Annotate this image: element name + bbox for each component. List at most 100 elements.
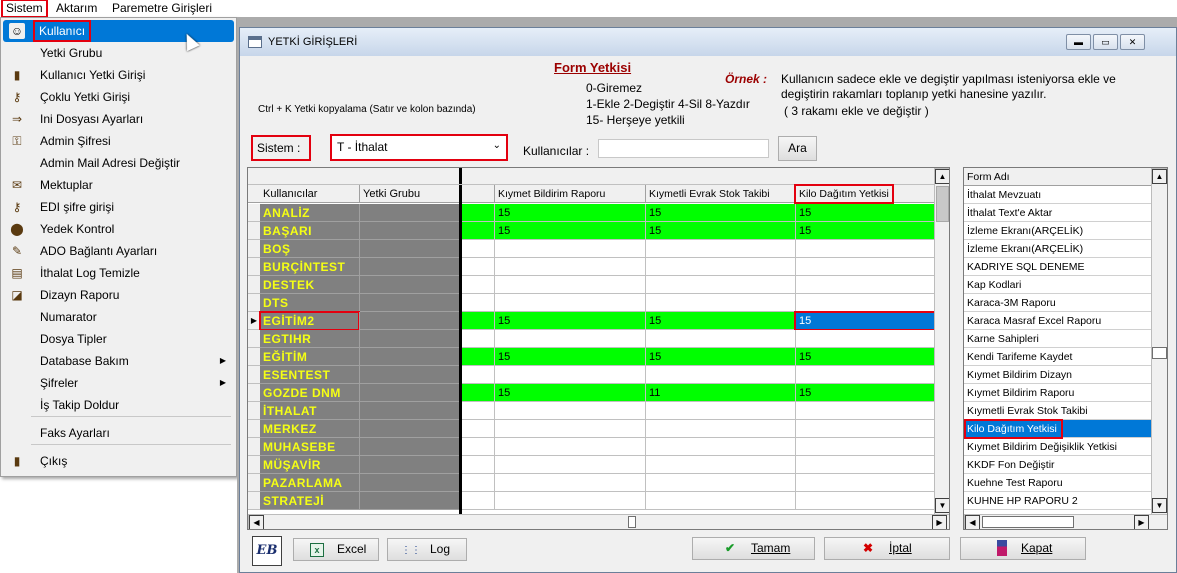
iptal-button[interactable]: ✖ İptal [824, 537, 950, 560]
permission-cell[interactable] [645, 240, 795, 258]
yetki-grubu-cell[interactable] [359, 366, 459, 384]
kapat-button[interactable]: Kapat [960, 537, 1086, 560]
row-indicator[interactable] [248, 276, 260, 294]
permission-cell[interactable] [645, 456, 795, 474]
user-name-cell[interactable]: EĞİTİM [260, 348, 359, 366]
user-name-cell[interactable]: MÜŞAVİR [260, 456, 359, 474]
menu-item-7[interactable]: ✉ Mektuplar [3, 174, 234, 196]
row-indicator[interactable] [248, 240, 260, 258]
grid-column-header[interactable]: Kilo Dağıtım Yetkisi [794, 184, 894, 204]
permission-cell[interactable] [645, 330, 795, 348]
yetki-grubu-cell[interactable] [359, 294, 459, 312]
row-indicator[interactable] [248, 366, 260, 384]
permission-cell[interactable] [645, 420, 795, 438]
permission-cell[interactable] [795, 366, 945, 384]
permission-cell[interactable] [795, 420, 945, 438]
grid-scroll-thumb[interactable] [936, 186, 949, 222]
yetki-grubu-cell[interactable] [359, 438, 459, 456]
form-list-item[interactable]: Karaca Masraf Excel Raporu [964, 312, 1152, 330]
permission-cell[interactable]: 15 [645, 204, 795, 222]
permission-cell[interactable]: 15 [494, 222, 645, 240]
menu-aktarim[interactable]: Aktarım [52, 0, 101, 17]
permission-cell[interactable] [795, 294, 945, 312]
form-list-item[interactable]: Karne Sahipleri [964, 330, 1152, 348]
yetki-grubu-cell[interactable] [359, 456, 459, 474]
permission-cell[interactable]: 11 [645, 384, 795, 402]
menu-item-10[interactable]: ✎ ADO Bağlantı Ayarları [3, 240, 234, 262]
user-name-cell[interactable]: EGTIHR [260, 330, 359, 348]
row-indicator[interactable] [248, 204, 260, 222]
user-name-cell[interactable]: DTS [260, 294, 359, 312]
permission-cell[interactable]: 15 [645, 222, 795, 240]
permission-cell[interactable] [494, 420, 645, 438]
grid-column-header[interactable]: Kıymet Bildirim Raporu [494, 185, 643, 203]
permission-cell[interactable] [494, 366, 645, 384]
form-list-vertical-scrollbar[interactable] [1151, 168, 1167, 515]
row-indicator[interactable] [248, 438, 260, 456]
form-list-item[interactable]: Kıymet Bildirim Raporu [964, 384, 1152, 402]
user-name-cell[interactable]: İTHALAT [260, 402, 359, 420]
form-list-item[interactable]: Kuehne Test Raporu [964, 474, 1152, 492]
grid-hscroll-thumb[interactable] [628, 516, 636, 528]
form-list-scroll-thumb[interactable] [1152, 347, 1167, 359]
yetki-grubu-cell[interactable] [359, 240, 459, 258]
row-indicator[interactable] [248, 330, 260, 348]
permission-cell[interactable]: 15 [645, 348, 795, 366]
permission-cell[interactable]: 15 [494, 384, 645, 402]
permission-cell[interactable] [645, 366, 795, 384]
menu-item-8[interactable]: ⚷ EDI şifre girişi [3, 196, 234, 218]
user-name-cell[interactable]: ESENTEST [260, 366, 359, 384]
close-window-button[interactable]: ✕ [1120, 34, 1145, 50]
user-name-cell[interactable]: BURÇİNTEST [260, 258, 359, 276]
permission-cell[interactable] [645, 276, 795, 294]
permission-cell[interactable]: 15 [494, 312, 645, 330]
yetki-grubu-cell[interactable] [359, 384, 459, 402]
menu-item-5[interactable]: ⚿ Admin Şifresi [3, 130, 234, 152]
yetki-grubu-cell[interactable] [359, 348, 459, 366]
permission-cell[interactable]: 15 [795, 222, 945, 240]
user-name-cell[interactable]: GOZDE DNM [260, 384, 359, 402]
menu-sistem[interactable]: Sistem [1, 0, 48, 18]
menu-item-18[interactable]: Faks Ayarları [3, 422, 234, 444]
permission-cell[interactable] [645, 402, 795, 420]
permission-cell[interactable] [795, 258, 945, 276]
row-indicator[interactable] [248, 474, 260, 492]
yetki-grubu-cell[interactable] [359, 474, 459, 492]
form-list-item[interactable]: İzleme Ekranı(ARÇELİK) [964, 240, 1152, 258]
permission-cell[interactable]: 15 [494, 204, 645, 222]
permission-cell[interactable] [494, 330, 645, 348]
form-list-hscroll-thumb[interactable] [982, 516, 1074, 528]
row-indicator[interactable] [248, 420, 260, 438]
form-list-item[interactable]: KKDF Fon Değiştir [964, 456, 1152, 474]
permission-cell[interactable] [494, 438, 645, 456]
menu-item-6[interactable]: Admin Mail Adresi Değiştir [3, 152, 234, 174]
yetki-grubu-cell[interactable] [359, 330, 459, 348]
log-button[interactable]: ⋮⋮ Log [387, 538, 467, 561]
menu-item-0[interactable]: ☺ Kullanıcı [3, 20, 234, 42]
permission-cell[interactable] [645, 438, 795, 456]
form-list-item[interactable]: Kap Kodlari [964, 276, 1152, 294]
user-name-cell[interactable]: PAZARLAMA [260, 474, 359, 492]
grid-scroll-right-arrow[interactable]: ▶ [932, 515, 947, 529]
header-kullanicilar[interactable]: Kullanıcılar [260, 185, 358, 203]
menu-item-12[interactable]: ◪ Dizayn Raporu [3, 284, 234, 306]
menu-item-3[interactable]: ⚷ Çoklu Yetki Girişi [3, 86, 234, 108]
row-indicator[interactable] [248, 222, 260, 240]
form-list-item[interactable]: Kıymet Bildirim Değişiklik Yetkisi [964, 438, 1152, 456]
permission-cell[interactable]: 15 [795, 348, 945, 366]
form-list-item[interactable]: KADRIYE SQL DENEME [964, 258, 1152, 276]
row-indicator[interactable] [248, 384, 260, 402]
permission-cell[interactable] [795, 330, 945, 348]
grid-scroll-left-arrow[interactable]: ◀ [249, 515, 264, 529]
permission-cell[interactable] [795, 456, 945, 474]
yetki-grubu-cell[interactable] [359, 204, 459, 222]
yetki-grubu-cell[interactable] [359, 258, 459, 276]
row-indicator[interactable] [248, 294, 260, 312]
grid-horizontal-scrollbar[interactable] [248, 514, 949, 529]
header-yetki-grubu[interactable]: Yetki Grubu [359, 185, 457, 203]
menu-item-19[interactable]: ▮ Çıkış [3, 450, 234, 472]
permission-cell[interactable] [494, 492, 645, 510]
menu-item-14[interactable]: Dosya Tipler [3, 328, 234, 350]
ara-button[interactable]: Ara [778, 136, 817, 161]
form-list-item[interactable]: İzleme Ekranı(ARÇELİK) [964, 222, 1152, 240]
